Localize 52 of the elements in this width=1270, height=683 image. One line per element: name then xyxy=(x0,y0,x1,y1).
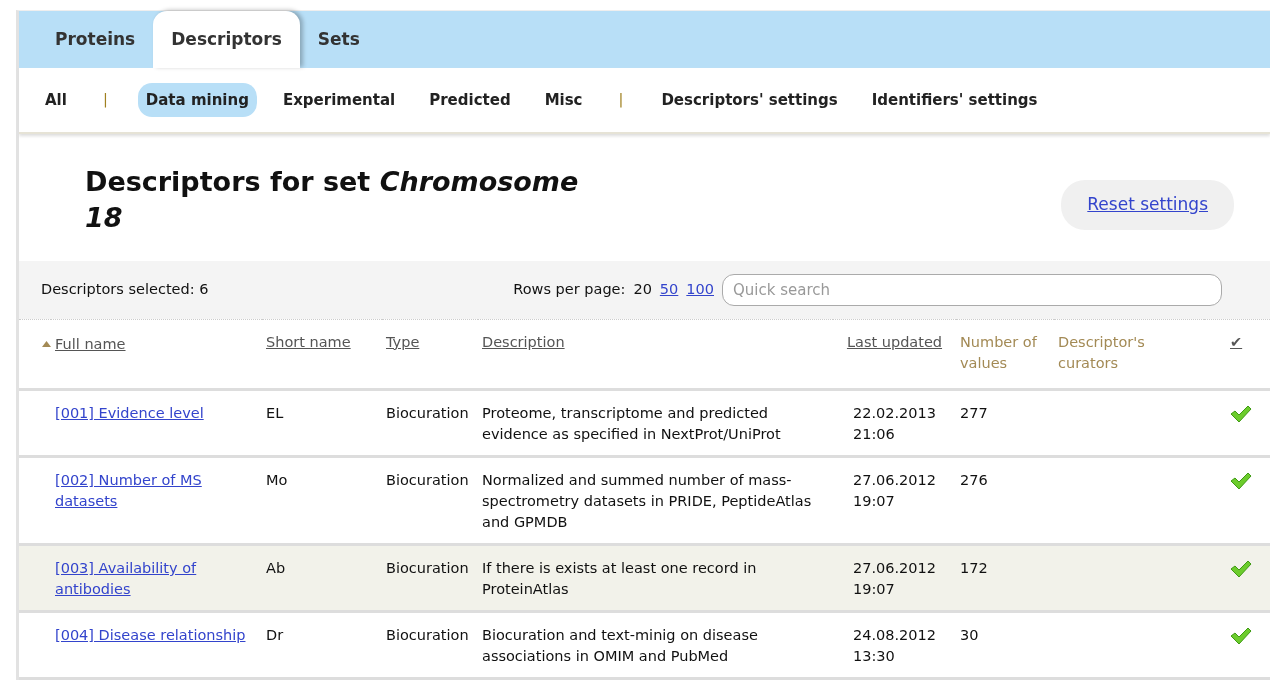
column-header-link[interactable]: Last updated xyxy=(846,331,943,353)
filter-link[interactable]: Misc xyxy=(536,82,591,118)
column-header: Descriptor's curators xyxy=(1058,332,1146,373)
table-cell-text: 27.06.2012 19:07 xyxy=(853,559,938,599)
search-field[interactable]: Quick search xyxy=(722,273,1222,306)
column-header-link[interactable]: Short name xyxy=(266,331,351,353)
separator: | xyxy=(618,90,624,110)
tab[interactable]: Proteins xyxy=(37,11,154,68)
table-cell-text: Ab xyxy=(266,559,286,578)
page-size-link[interactable]: 100 xyxy=(686,279,714,301)
table-cell-text: 22.02.2013 21:06 xyxy=(853,403,938,444)
descriptor-link[interactable]: [002] Number of MS datasets xyxy=(55,469,258,512)
reset-settings-button[interactable]: Reset settings xyxy=(1061,180,1234,230)
table-cell-text: Biocuration xyxy=(386,626,469,645)
rows-per-page-label: Rows per page: xyxy=(513,280,626,299)
page-title: Descriptors for set Chromosome 18 xyxy=(85,165,580,236)
column-header-link[interactable]: Full name xyxy=(55,333,126,355)
separator: | xyxy=(102,90,108,110)
filter-link[interactable]: Predicted xyxy=(421,82,519,118)
tab[interactable]: Sets xyxy=(299,11,378,68)
tab[interactable]: Descriptors xyxy=(153,11,300,68)
filter-link[interactable]: Experimental xyxy=(274,82,404,118)
table-cell-text: Biocuration and text-minig on disease associations in OMIM and PubMed xyxy=(482,626,759,667)
table-cell-text: 276 xyxy=(960,470,988,490)
page-size-current: 20 xyxy=(633,280,652,299)
descriptor-link[interactable]: [001] Evidence level xyxy=(55,402,204,424)
table-cell-text: Biocuration xyxy=(386,559,469,578)
sort-arrow-icon xyxy=(42,340,51,347)
page-size-link[interactable]: 50 xyxy=(659,279,679,301)
table-cell-text: Dr xyxy=(266,626,284,645)
table-cell-text: EL xyxy=(266,403,284,423)
table-cell-text: 277 xyxy=(960,403,988,423)
table-cell-text: 172 xyxy=(960,559,988,578)
filter-link[interactable]: Descriptors' settings xyxy=(653,82,846,118)
column-header-link[interactable]: Type xyxy=(386,331,420,353)
table-cell-text: 27.06.2012 19:07 xyxy=(853,470,938,511)
descriptor-link[interactable]: [004] Disease relationship xyxy=(55,625,246,647)
table-cell-text: Biocuration xyxy=(386,470,469,490)
table-cell-text: 30 xyxy=(960,626,979,645)
selected-count: Descriptors selected: 6 xyxy=(41,280,209,299)
table-cell-text: Mo xyxy=(266,470,288,490)
table-cell-text: 24.08.2012 13:30 xyxy=(853,626,938,667)
column-header-link[interactable]: ✔ xyxy=(1230,331,1243,353)
column-header-link[interactable]: Description xyxy=(482,331,565,353)
table-cell-text: Proteome, transcriptome and predicted evidence as specified in NextProt/UniProt xyxy=(482,403,782,444)
table-cell-text: Normalized and summed number of mass-spectrometry datasets in PRIDE, PeptideAtlas and GPMDB xyxy=(482,470,813,532)
column-header: Number of values xyxy=(960,332,1038,373)
table-cell-text: Biocuration xyxy=(386,403,469,423)
table-cell-text: If there is exists at least one record in ProteinAtlas xyxy=(482,559,758,599)
filter-link[interactable]: Identifiers' settings xyxy=(863,82,1046,118)
filter-link[interactable]: Data mining xyxy=(137,82,257,118)
filter-link[interactable]: All xyxy=(37,82,75,118)
